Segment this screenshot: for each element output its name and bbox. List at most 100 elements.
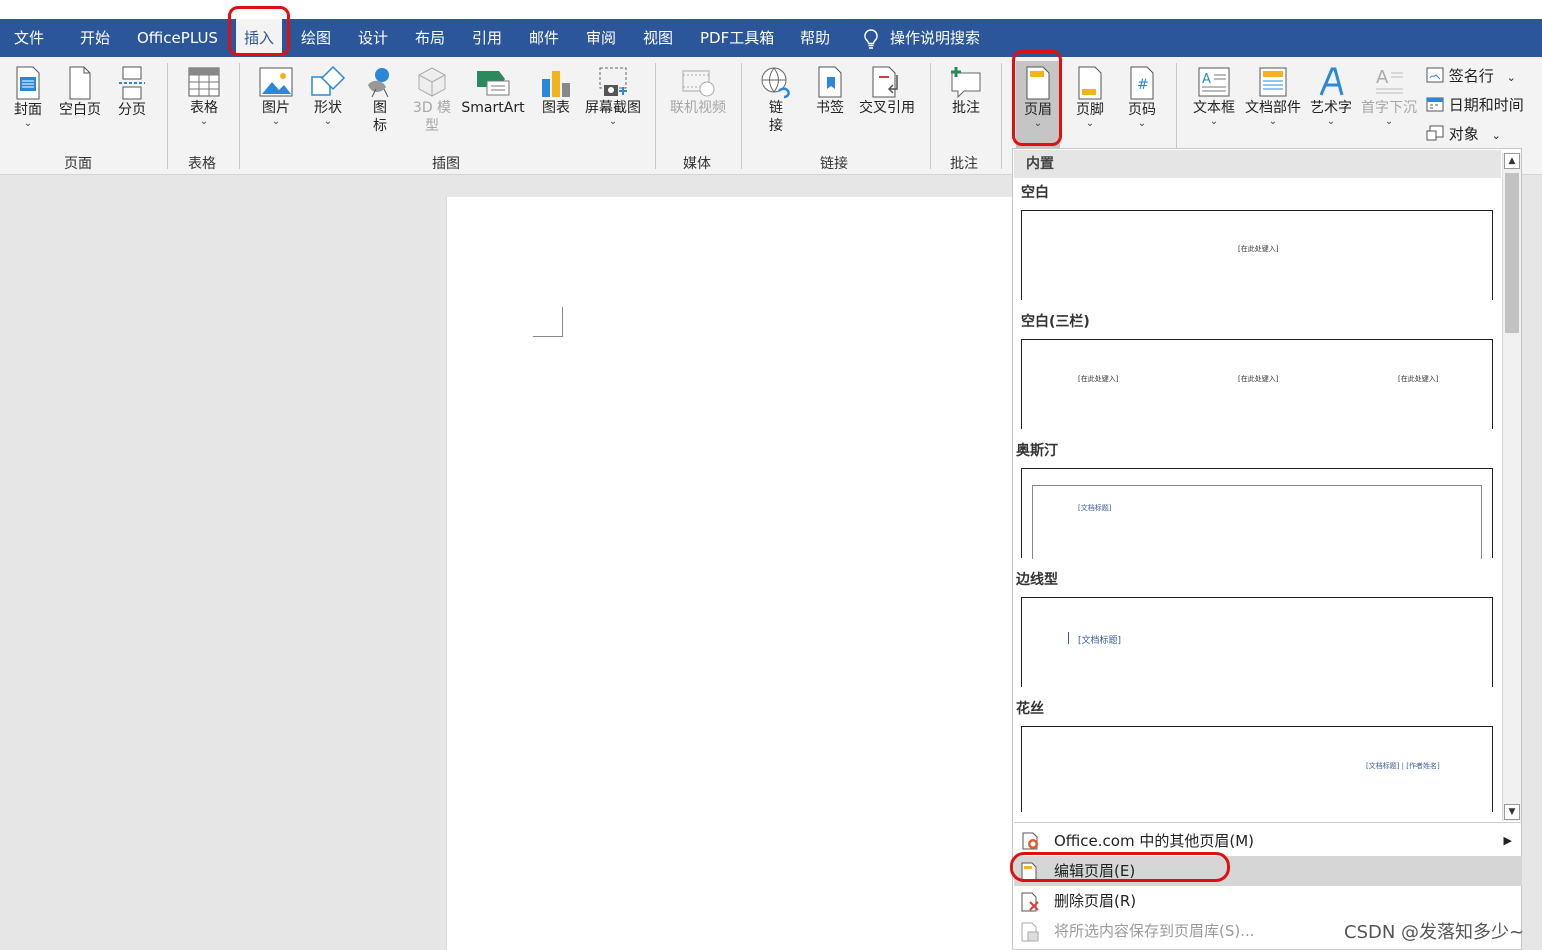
textbox-icon: A [1198,67,1230,97]
table-icon [188,67,220,97]
table-button[interactable]: 表格 ⌄ [184,65,224,127]
document-page[interactable] [446,197,1016,950]
cross-reference-icon [872,66,898,98]
picture-button[interactable]: 图片 ⌄ [256,65,296,127]
gallery-item-blank[interactable]: [在此处键入] [1021,210,1493,300]
screenshot-icon [599,67,627,96]
chart-button[interactable]: 图表 [538,65,574,117]
scrollbar-thumb[interactable] [1505,173,1519,333]
date-time-button[interactable]: 日期和时间 [1426,94,1524,115]
object-button[interactable]: 对象 ⌄ [1426,123,1501,144]
drop-cap-icon: A [1376,67,1403,94]
tab-help[interactable]: 帮助 [800,19,830,57]
gallery-item-blank-three-column[interactable]: [在此处键入] [在此处键入] [在此处键入] [1021,339,1493,429]
group-label-tables: 表格 [188,156,216,172]
signature-line-button[interactable]: 签名行 ⌄ [1426,65,1516,86]
cross-reference-button[interactable]: 交叉引用 [856,65,918,117]
chevron-down-icon: ⌄ [1137,118,1147,129]
online-video-icon [682,70,715,97]
bar-chart-icon [542,71,570,97]
screenshot-button[interactable]: 屏幕截图 ⌄ [582,65,644,127]
cover-page-button[interactable]: 封面 ⌄ [10,65,46,129]
link-button[interactable]: 链 接 [756,65,796,135]
group-separator [930,63,931,169]
textbox-button[interactable]: A 文本框 ⌄ [1190,65,1238,127]
comment-label: 批注 [952,100,980,116]
group-separator [655,63,656,169]
gallery-item-title: 奥斯汀 [1016,443,1058,459]
calendar-icon [1426,97,1444,112]
group-separator [1001,63,1002,169]
3d-models-button[interactable]: 3D 模 型 [410,65,454,135]
save-to-gallery-icon [1021,922,1039,942]
tab-view[interactable]: 视图 [643,19,673,57]
tab-layout[interactable]: 布局 [415,19,445,57]
tab-mailings[interactable]: 邮件 [529,19,559,57]
quick-parts-icon [1259,67,1287,97]
chevron-down-icon: ⌄ [1209,116,1219,127]
online-video-label: 联机视频 [670,100,726,116]
comment-button[interactable]: 批注 [946,65,986,117]
comment-icon [951,67,981,99]
watermark: CSDN @发落知多少~ [1344,922,1525,943]
online-video-button[interactable]: 联机视频 [666,65,730,117]
globe-link-icon [761,67,790,99]
smartart-button[interactable]: SmartArt [460,65,526,117]
remove-header-menu-item[interactable]: 删除页眉(R) [1014,886,1522,916]
chevron-down-icon: ⌄ [1326,116,1336,127]
chevron-down-icon: ⌄ [608,116,618,127]
drop-cap-button[interactable]: A 首字下沉 ⌄ [1358,65,1420,127]
picture-icon [259,67,293,97]
cover-page-icon [16,66,40,100]
quick-parts-button[interactable]: 文档部件 ⌄ [1242,65,1304,127]
remove-header-icon [1021,892,1039,912]
shapes-button[interactable]: 形状 ⌄ [308,65,348,127]
3d-models-label-2: 型 [425,118,439,134]
group-label-media: 媒体 [683,156,711,172]
gallery-item-filigree[interactable]: [文档标题] | [作者姓名] [1021,726,1493,812]
tab-file[interactable]: 文件 [14,19,44,57]
tab-draw[interactable]: 绘图 [301,19,331,57]
chevron-down-icon: ⌄ [271,116,281,127]
bookmark-icon [818,66,842,98]
tell-me-search[interactable]: 操作说明搜索 [862,19,980,57]
chevron-down-icon: ⌄ [1506,71,1516,84]
tab-design[interactable]: 设计 [358,19,388,57]
shapes-icon [311,65,346,96]
date-time-label: 日期和时间 [1448,96,1524,114]
chevron-down-icon: ⌄ [1085,118,1095,129]
icons-button[interactable]: 图 标 [362,65,398,135]
link-label-1: 链 [769,100,783,116]
scroll-down-arrow-icon[interactable]: ▼ [1504,804,1520,820]
picture-label: 图片 [262,100,290,116]
footer-button[interactable]: 页脚 ⌄ [1072,65,1108,129]
icons-label-1: 图 [373,100,387,116]
tab-references[interactable]: 引用 [472,19,502,57]
3d-models-label-1: 3D 模 [412,100,452,116]
scroll-up-arrow-icon[interactable]: ▲ [1504,153,1520,169]
group-separator [741,63,742,169]
page-number-label: 页码 [1128,102,1156,118]
tab-pdf-toolbox[interactable]: PDF工具箱 [700,19,774,57]
gallery-item-title: 花丝 [1016,701,1044,717]
icons-label-2: 标 [373,118,387,134]
gallery-item-austin[interactable]: [文档标题] [1021,468,1493,559]
tab-review[interactable]: 审阅 [586,19,616,57]
blank-page-button[interactable]: 空白页 [56,65,104,119]
placeholder-text: [在此处键入] [1398,375,1439,383]
bookmark-button[interactable]: 书签 [812,65,848,117]
gallery-item-sideline[interactable]: [文档标题] [1021,597,1493,687]
tab-officeplus[interactable]: OfficePLUS [137,19,218,57]
more-headers-label: Office.com 中的其他页眉(M) [1054,832,1255,850]
gallery-scrollbar[interactable]: ▲ ▼ [1502,153,1521,821]
group-separator [239,63,240,169]
object-icon [1426,125,1444,141]
wordart-button[interactable]: 艺术字 ⌄ [1308,65,1354,127]
tab-home[interactable]: 开始 [80,19,110,57]
page-break-icon [119,66,145,100]
page-number-button[interactable]: # 页码 ⌄ [1124,65,1160,129]
icons-icon [368,68,389,98]
page-break-button[interactable]: 分页 [114,65,150,119]
gallery-section-header: 内置 [1014,150,1501,178]
chevron-down-icon: ⌄ [23,118,33,129]
